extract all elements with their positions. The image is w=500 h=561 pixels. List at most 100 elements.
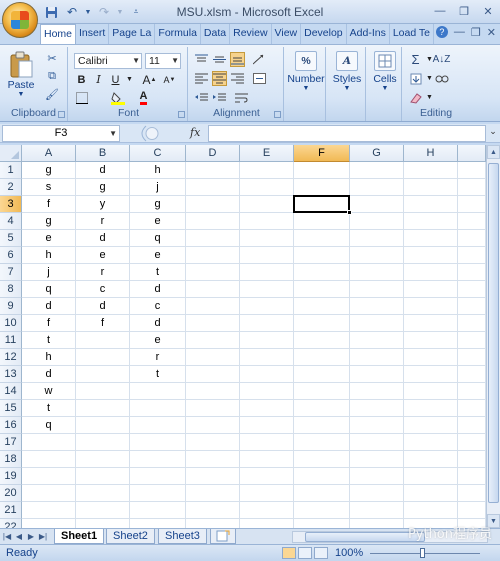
cell-g3[interactable] [350, 196, 404, 213]
styles-button[interactable]: A Styles ▼ [329, 51, 365, 92]
cell-b1[interactable]: d [76, 162, 130, 179]
font-launcher-icon[interactable] [178, 111, 185, 118]
align-right-icon[interactable] [230, 71, 245, 86]
cell-g4[interactable] [350, 213, 404, 230]
cell-a18[interactable] [22, 451, 76, 468]
column-header-h[interactable]: H [404, 145, 458, 162]
tab-add-ins[interactable]: Add-Ins [347, 24, 390, 44]
merge-center-icon[interactable] [252, 71, 267, 86]
cell-f5[interactable] [294, 230, 350, 247]
cell-e9[interactable] [240, 298, 294, 315]
cell-c10[interactable]: d [130, 315, 186, 332]
cell-b15[interactable] [76, 400, 130, 417]
cell-e16[interactable] [240, 417, 294, 434]
cell-e6[interactable] [240, 247, 294, 264]
row-header[interactable]: 19 [0, 468, 22, 485]
cell-filler[interactable] [458, 349, 486, 366]
cell-b14[interactable] [76, 383, 130, 400]
cell-h19[interactable] [404, 468, 458, 485]
cell-g21[interactable] [350, 502, 404, 519]
cell-c15[interactable] [130, 400, 186, 417]
cell-g12[interactable] [350, 349, 404, 366]
first-sheet-icon[interactable]: |◀ [2, 531, 12, 543]
row-header[interactable]: 7 [0, 264, 22, 281]
tab-insert[interactable]: Insert [76, 24, 110, 44]
cell-c4[interactable]: e [130, 213, 186, 230]
cell-c7[interactable]: t [130, 264, 186, 281]
cell-a10[interactable]: f [22, 315, 76, 332]
row-header[interactable]: 1 [0, 162, 22, 179]
cell-e17[interactable] [240, 434, 294, 451]
cell-d11[interactable] [186, 332, 240, 349]
cut-icon[interactable]: ✂ [44, 51, 60, 65]
cell-g14[interactable] [350, 383, 404, 400]
row-header[interactable]: 22 [0, 519, 22, 528]
cell-filler[interactable] [458, 315, 486, 332]
cell-f21[interactable] [294, 502, 350, 519]
cell-f4[interactable] [294, 213, 350, 230]
cell-b2[interactable]: g [76, 179, 130, 196]
cell-d13[interactable] [186, 366, 240, 383]
cell-d8[interactable] [186, 281, 240, 298]
cell-b13[interactable] [76, 366, 130, 383]
paste-button[interactable]: Paste ▼ [4, 51, 38, 98]
row-header[interactable]: 21 [0, 502, 22, 519]
cell-c17[interactable] [130, 434, 186, 451]
underline-button[interactable]: U [108, 72, 123, 87]
cell-d1[interactable] [186, 162, 240, 179]
cell-c19[interactable] [130, 468, 186, 485]
minimize-ribbon-icon[interactable]: — [454, 26, 465, 39]
cell-h15[interactable] [404, 400, 458, 417]
page-layout-view-icon[interactable] [298, 547, 312, 559]
restore-icon[interactable]: ❐ [456, 3, 472, 19]
bold-button[interactable]: B [74, 72, 89, 87]
row-header[interactable]: 18 [0, 451, 22, 468]
cell-b8[interactable]: c [76, 281, 130, 298]
cell-e5[interactable] [240, 230, 294, 247]
cell-a19[interactable] [22, 468, 76, 485]
cell-a6[interactable]: h [22, 247, 76, 264]
cell-g20[interactable] [350, 485, 404, 502]
alignment-launcher-icon[interactable] [274, 111, 281, 118]
cell-a15[interactable]: t [22, 400, 76, 417]
cell-h8[interactable] [404, 281, 458, 298]
cell-b18[interactable] [76, 451, 130, 468]
tab-view[interactable]: View [272, 24, 302, 44]
tab-developer[interactable]: Develop [301, 24, 347, 44]
cell-h9[interactable] [404, 298, 458, 315]
cell-filler[interactable] [458, 434, 486, 451]
cell-g22[interactable] [350, 519, 404, 528]
fill-color-icon[interactable] [110, 90, 125, 105]
cell-a3[interactable]: f [22, 196, 76, 213]
cell-h21[interactable] [404, 502, 458, 519]
cell-h7[interactable] [404, 264, 458, 281]
cell-d6[interactable] [186, 247, 240, 264]
cell-b10[interactable]: f [76, 315, 130, 332]
cell-filler[interactable] [458, 366, 486, 383]
cell-h10[interactable] [404, 315, 458, 332]
cell-filler[interactable] [458, 196, 486, 213]
tab-formulas[interactable]: Formula [155, 24, 201, 44]
fill-handle[interactable] [347, 210, 352, 215]
cell-f7[interactable] [294, 264, 350, 281]
cell-c22[interactable] [130, 519, 186, 528]
cell-e4[interactable] [240, 213, 294, 230]
align-top-icon[interactable] [194, 52, 209, 67]
cell-a11[interactable]: t [22, 332, 76, 349]
cell-f20[interactable] [294, 485, 350, 502]
zoom-level[interactable]: 100% [335, 547, 363, 559]
cell-g13[interactable] [350, 366, 404, 383]
close-workbook-icon[interactable]: ✕ [487, 26, 496, 39]
sort-filter-icon[interactable]: A↓Z [433, 52, 451, 67]
cell-a9[interactable]: d [22, 298, 76, 315]
last-sheet-icon[interactable]: ▶| [38, 531, 48, 543]
minimize-icon[interactable]: — [432, 3, 448, 19]
grow-font-icon[interactable]: A ▲ [142, 72, 157, 87]
cell-c16[interactable] [130, 417, 186, 434]
name-box[interactable]: F3 ▼ [2, 125, 120, 142]
cell-e18[interactable] [240, 451, 294, 468]
cell-filler[interactable] [458, 468, 486, 485]
cell-g6[interactable] [350, 247, 404, 264]
cell-h5[interactable] [404, 230, 458, 247]
cell-c8[interactable]: d [130, 281, 186, 298]
